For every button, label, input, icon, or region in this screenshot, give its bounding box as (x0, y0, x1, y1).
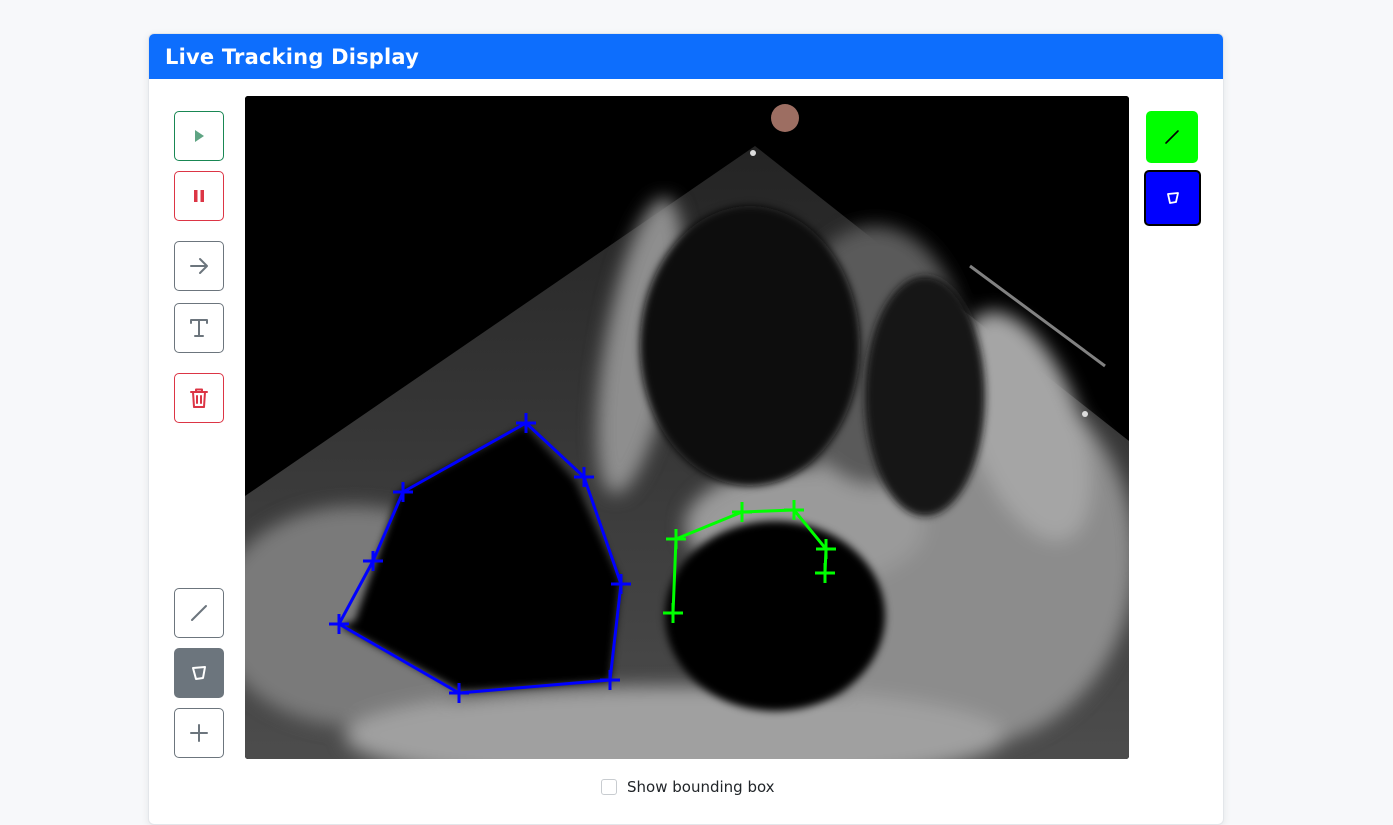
line-icon (1165, 130, 1179, 144)
line-color-button[interactable] (1146, 111, 1198, 163)
polygon-color-button[interactable] (1144, 170, 1201, 226)
page-title: Live Tracking Display (165, 44, 420, 69)
bounding-box-checkbox[interactable] (601, 779, 617, 795)
delete-button[interactable] (174, 373, 224, 423)
trash-icon (190, 388, 208, 408)
pause-button[interactable] (174, 171, 224, 221)
polygon-icon (1166, 192, 1179, 204)
arrow-tool-button[interactable] (174, 241, 224, 291)
play-icon (195, 130, 204, 142)
line-icon (191, 605, 207, 621)
arrow-right-icon (190, 258, 208, 274)
text-icon (190, 319, 208, 337)
text-tool-button[interactable] (174, 303, 224, 353)
card-header: Live Tracking Display (149, 34, 1223, 79)
plus-icon (190, 724, 208, 742)
bounding-box-toggle[interactable]: Show bounding box (601, 778, 775, 796)
pause-icon (194, 190, 204, 202)
line-tool-button[interactable] (174, 588, 224, 638)
polygon-tool-button[interactable] (174, 648, 224, 698)
add-point-button[interactable] (174, 708, 224, 758)
play-button[interactable] (174, 111, 224, 161)
polygon-icon (192, 666, 206, 680)
bounding-box-label: Show bounding box (627, 778, 775, 796)
ultrasound-viewer[interactable] (245, 96, 1129, 759)
ultrasound-image (245, 96, 1129, 759)
